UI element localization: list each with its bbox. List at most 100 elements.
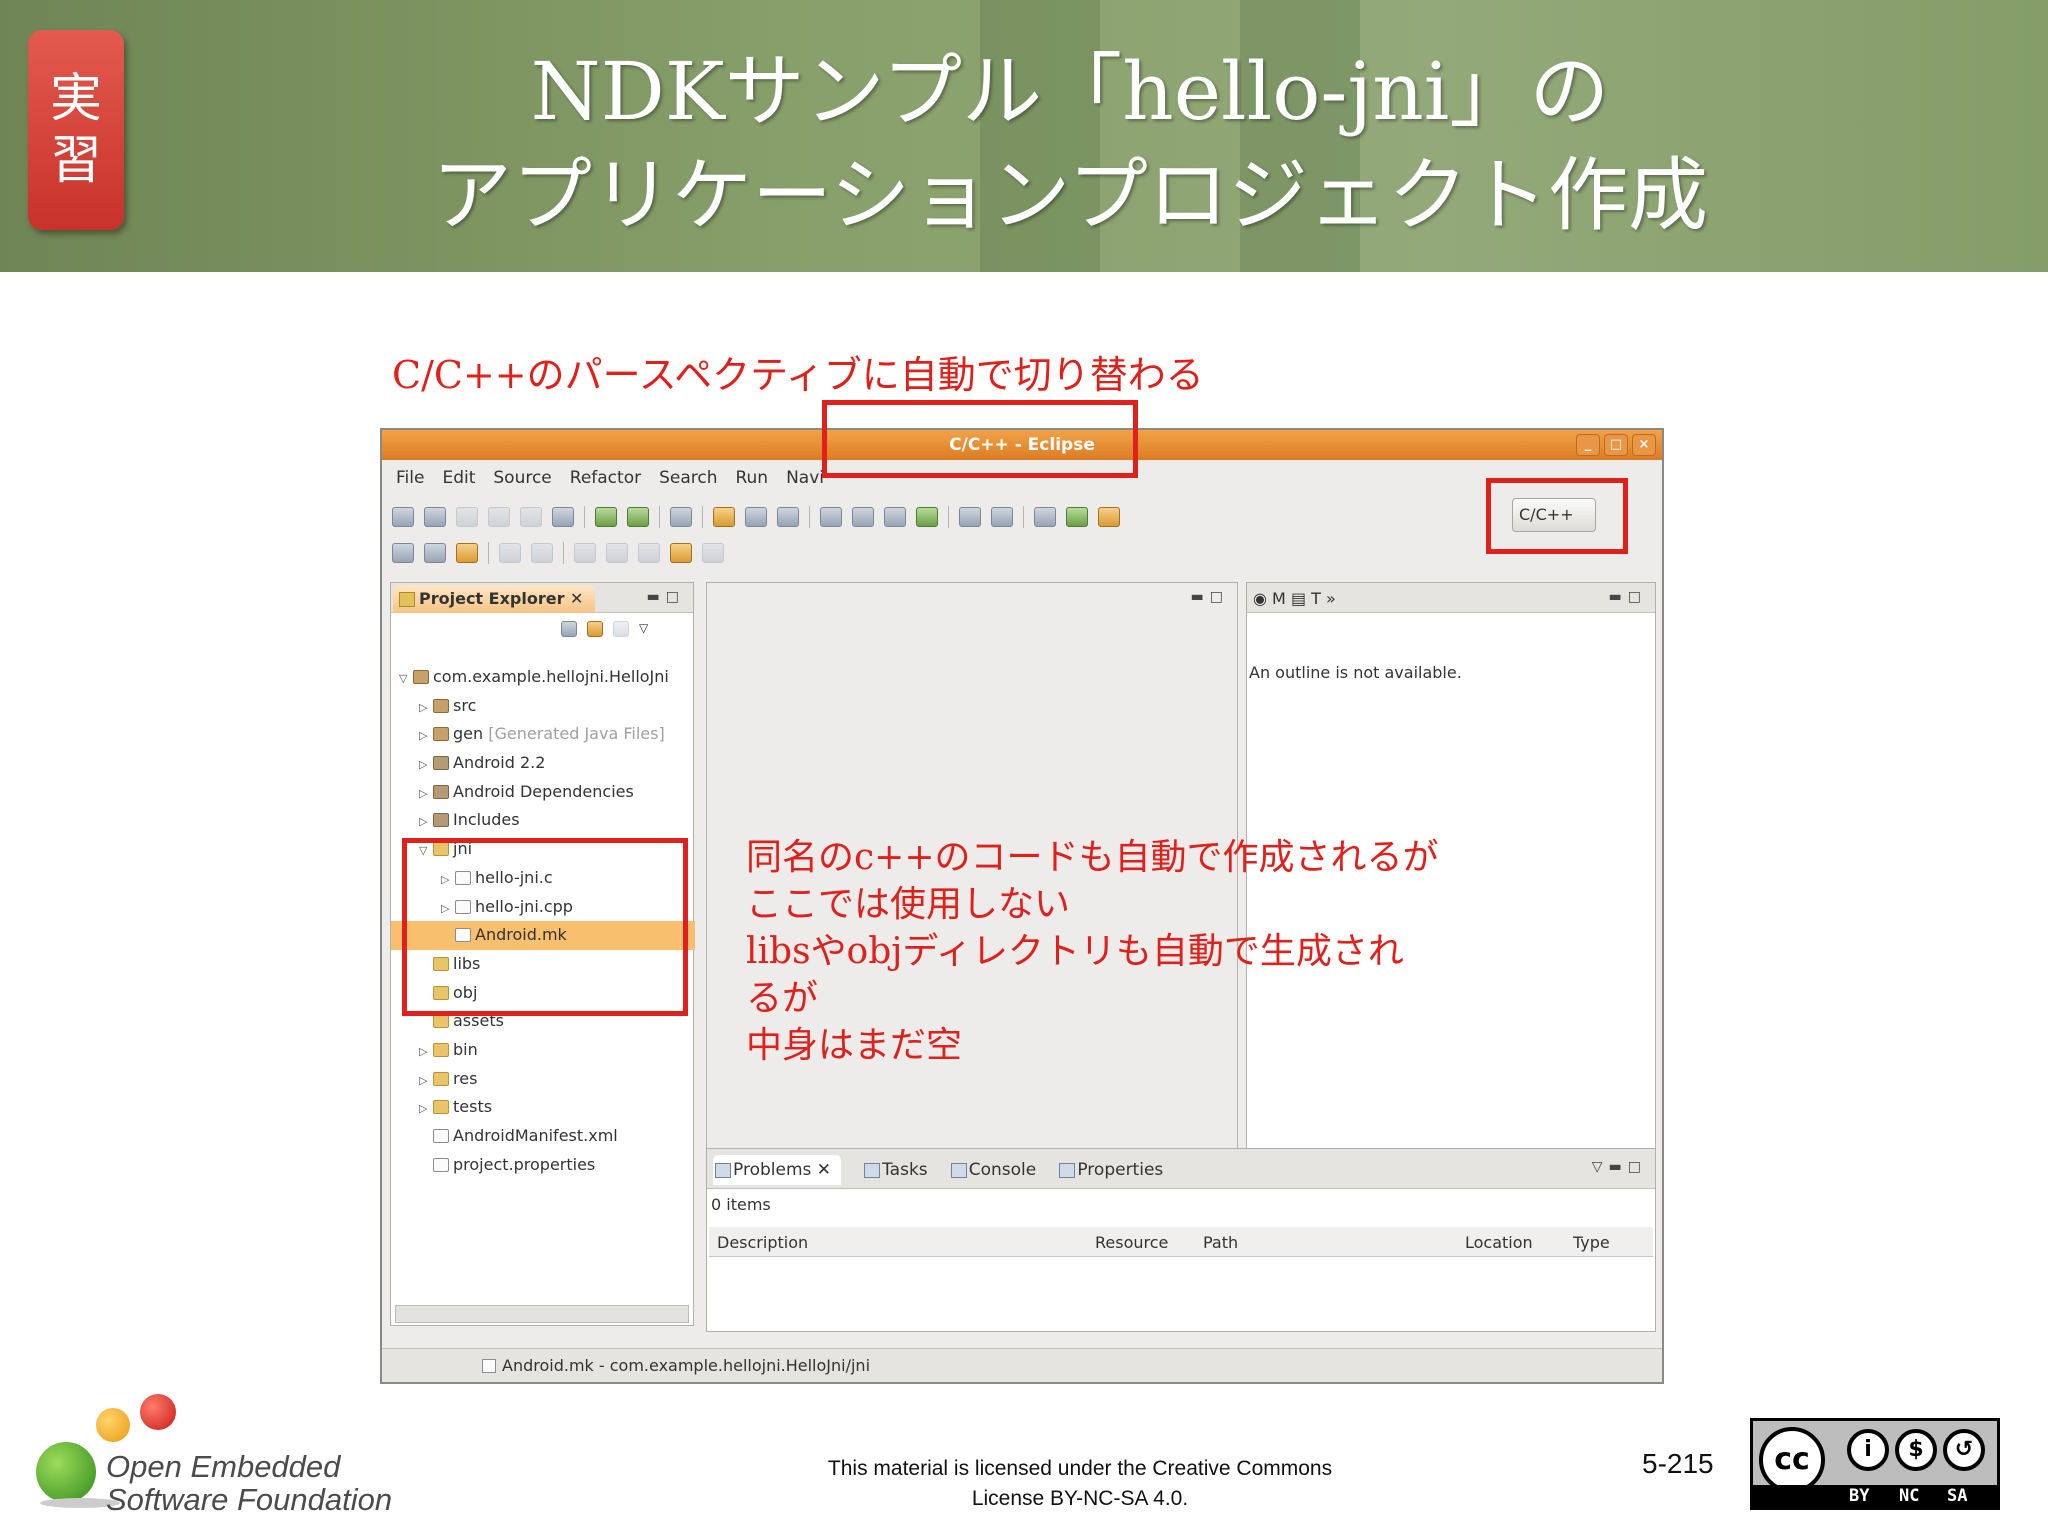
minimize-maximize-icon[interactable]: ▬□ — [1191, 589, 1229, 605]
menu-search[interactable]: Search — [659, 468, 717, 488]
avd-manager-icon[interactable] — [627, 507, 649, 527]
horizontal-scrollbar[interactable] — [395, 1305, 689, 1323]
orange-dot-icon — [96, 1408, 130, 1442]
android-sdk-icon[interactable] — [595, 507, 617, 527]
close-icon[interactable]: × — [1632, 434, 1656, 456]
new-project-icon[interactable] — [820, 507, 842, 527]
new-class-icon[interactable] — [424, 507, 446, 527]
back-icon[interactable] — [670, 543, 692, 563]
page-number: 5-215 — [1642, 1448, 1714, 1479]
open-folder-icon[interactable] — [713, 507, 735, 527]
menu-edit[interactable]: Edit — [442, 468, 475, 488]
maximize-icon[interactable]: □ — [1604, 434, 1628, 456]
menu-source[interactable]: Source — [493, 468, 551, 488]
toggle-comment-icon[interactable] — [499, 543, 521, 563]
menu-refactor[interactable]: Refactor — [570, 468, 641, 488]
minimize-maximize-icon[interactable]: ▬□ — [1609, 589, 1647, 605]
next-annotation-icon[interactable] — [574, 543, 596, 563]
main-toolbar — [392, 502, 1120, 532]
tree-node[interactable]: ▷ gen [Generated Java Files] — [399, 720, 695, 749]
view-menu-icon[interactable]: ▽ — [639, 621, 648, 637]
problems-table-header: Description Resource Path Location Type — [709, 1227, 1653, 1257]
new-file-icon[interactable] — [916, 507, 938, 527]
collapsed-icon[interactable]: ▷ — [419, 694, 433, 723]
green-dot-icon — [36, 1442, 96, 1502]
collapsed-icon[interactable]: ▷ — [419, 1095, 433, 1124]
outline-tabs[interactable]: ◉ M ▤ T » — [1253, 589, 1336, 608]
cc-license-badge: cc i $ ↺ BY NC SA — [1750, 1418, 2000, 1510]
tree-node[interactable]: project.properties — [399, 1151, 695, 1180]
folder-icon — [433, 1014, 449, 1029]
tree-label: gen — [453, 724, 484, 744]
save-icon[interactable] — [456, 507, 478, 527]
tree-node[interactable]: ▷ bin — [399, 1036, 695, 1065]
tree-node[interactable]: AndroidManifest.xml — [399, 1122, 695, 1151]
column-resource[interactable]: Resource — [1095, 1233, 1168, 1252]
tree-node[interactable]: ▷ res — [399, 1065, 695, 1094]
menu-run[interactable]: Run — [735, 468, 768, 488]
debug-icon[interactable] — [1034, 507, 1056, 527]
collapsed-icon[interactable]: ▷ — [419, 1038, 433, 1067]
expanded-icon[interactable]: ▽ — [399, 665, 413, 694]
highlight-jni-folder — [402, 838, 688, 1016]
print-icon[interactable] — [520, 507, 542, 527]
tab-label: Problems — [733, 1160, 812, 1180]
outline-tab-m[interactable]: M — [1272, 589, 1286, 608]
collapsed-icon[interactable]: ▷ — [419, 808, 433, 837]
new-source-icon[interactable] — [852, 507, 874, 527]
collapsed-icon[interactable]: ▷ — [419, 722, 433, 751]
build-config-icon[interactable] — [991, 507, 1013, 527]
save-all-icon[interactable] — [488, 507, 510, 527]
toolbar-separator — [563, 542, 564, 564]
tree-label: src — [453, 695, 477, 715]
tree-node[interactable]: ▷ tests — [399, 1093, 695, 1122]
hammer-icon[interactable] — [959, 507, 981, 527]
collapsed-icon[interactable]: ▷ — [419, 780, 433, 809]
column-type[interactable]: Type — [1573, 1233, 1610, 1252]
tab-tasks[interactable]: Tasks — [862, 1155, 928, 1185]
filter-icon[interactable] — [613, 621, 629, 637]
collapsed-icon[interactable]: ▷ — [419, 1067, 433, 1096]
minimize-maximize-icon[interactable]: ▬□ — [647, 589, 685, 605]
menu-file[interactable]: File — [396, 468, 424, 488]
menu-navigate[interactable]: Navi — [786, 468, 824, 488]
refresh-icon[interactable] — [777, 507, 799, 527]
forward-icon[interactable] — [702, 543, 724, 563]
license-text: This material is licensed under the Crea… — [760, 1454, 1400, 1514]
run-icon[interactable] — [1066, 507, 1088, 527]
task-icon[interactable] — [670, 507, 692, 527]
tree-node[interactable]: ▷ Android Dependencies — [399, 778, 695, 807]
tab-properties[interactable]: Properties — [1057, 1155, 1163, 1185]
open-type-icon[interactable] — [392, 543, 414, 563]
file-icon — [482, 1359, 496, 1373]
collapsed-icon[interactable]: ▷ — [419, 751, 433, 780]
tab-console[interactable]: Console — [949, 1155, 1036, 1185]
project-explorer-tab[interactable]: Project Explorer ✕ — [393, 585, 596, 613]
column-description[interactable]: Description — [717, 1233, 808, 1252]
tree-node[interactable]: ▽ com.example.hellojni.HelloJni — [399, 663, 695, 692]
show-whitespace-icon[interactable] — [531, 543, 553, 563]
link-editor-icon[interactable] — [587, 621, 603, 637]
search-file-icon[interactable] — [745, 507, 767, 527]
tree-node[interactable]: ▷ Includes — [399, 806, 695, 835]
minimize-icon[interactable]: _ — [1576, 434, 1600, 456]
tree-node[interactable]: ▷ src — [399, 692, 695, 721]
open-element-icon[interactable] — [424, 543, 446, 563]
mark-occurrences-icon[interactable] — [456, 543, 478, 563]
collapse-all-icon[interactable] — [561, 621, 577, 637]
last-edit-icon[interactable] — [638, 543, 660, 563]
new-icon[interactable] — [392, 507, 414, 527]
explorer-toolbar: ▽ — [561, 621, 648, 637]
previous-annotation-icon[interactable] — [606, 543, 628, 563]
tab-problems[interactable]: Problems ✕ — [713, 1155, 842, 1185]
view-menu-minimize-maximize-icon[interactable]: ▽▬□ — [1592, 1159, 1647, 1175]
outline-tab-t[interactable]: T — [1311, 589, 1321, 608]
new-header-icon[interactable] — [884, 507, 906, 527]
column-location[interactable]: Location — [1465, 1233, 1533, 1252]
external-tools-icon[interactable] — [1098, 507, 1120, 527]
tree-node[interactable]: ▷ Android 2.2 — [399, 749, 695, 778]
license-line-1: This material is licensed under the Crea… — [827, 1457, 1333, 1480]
build-all-icon[interactable] — [552, 507, 574, 527]
column-path[interactable]: Path — [1203, 1233, 1238, 1252]
tab-label: Tasks — [882, 1160, 928, 1180]
